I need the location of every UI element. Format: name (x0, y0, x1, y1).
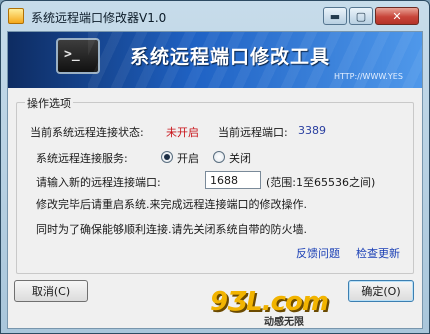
radio-off-label[interactable]: 关闭 (229, 150, 251, 166)
watermark-subtitle: 动感无限 (264, 317, 304, 328)
app-window: 系统远程端口修改器V1.0 ▬ ▢ ✕ >_ 系统远程端口修改工具 HTTP:/… (0, 0, 430, 334)
range-hint: (范围:1至65536之间) (266, 176, 376, 189)
note-firewall: 同时为了确保能够顺利连接.请先关闭系统自带的防火墙. (36, 223, 307, 236)
banner-url: HTTP://WWW.YES (334, 72, 403, 81)
status-value: 未开启 (166, 126, 199, 139)
ok-button[interactable]: 确定(O) (348, 280, 414, 302)
app-icon (8, 8, 24, 24)
minimize-button[interactable]: ▬ (323, 7, 347, 25)
status-label: 当前系统远程连接状态: (30, 126, 144, 139)
terminal-prompt: >_ (64, 47, 80, 62)
service-label: 系统远程连接服务: (36, 152, 128, 165)
cancel-button[interactable]: 取消(C) (14, 280, 88, 302)
current-port-label: 当前远程端口: (218, 126, 288, 139)
current-port-value: 3389 (298, 124, 326, 137)
close-button[interactable]: ✕ (375, 7, 419, 25)
window-title: 系统远程端口修改器V1.0 (31, 11, 167, 25)
radio-off[interactable] (213, 151, 225, 163)
note-restart: 修改完毕后请重启系统.来完成远程连接端口的修改操作. (36, 198, 307, 211)
maximize-button[interactable]: ▢ (349, 7, 373, 25)
options-group-label: 操作选项 (25, 95, 73, 111)
new-port-label: 请输入新的远程连接端口: (36, 176, 161, 189)
title-bar[interactable]: 系统远程端口修改器V1.0 ▬ ▢ ✕ (1, 1, 429, 31)
new-port-input[interactable] (205, 171, 261, 189)
dialog-client: >_ 系统远程端口修改工具 HTTP://WWW.YES 操作选项 当前系统远程… (7, 31, 423, 329)
banner-title: 系统远程端口修改工具 (130, 46, 331, 68)
radio-on[interactable] (161, 151, 173, 163)
radio-on-label[interactable]: 开启 (177, 150, 199, 166)
check-update-link[interactable]: 检查更新 (356, 245, 400, 261)
terminal-icon: >_ (56, 38, 100, 74)
feedback-link[interactable]: 反馈问题 (296, 245, 340, 261)
header-banner: >_ 系统远程端口修改工具 HTTP://WWW.YES (8, 32, 422, 88)
